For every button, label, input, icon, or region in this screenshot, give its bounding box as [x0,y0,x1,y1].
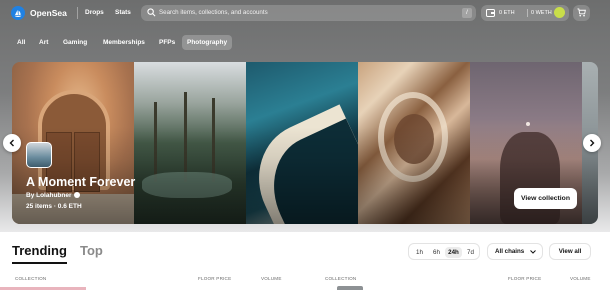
featured-collection-title[interactable]: A Moment Forever [26,175,135,189]
active-tab-indicator [12,262,67,264]
view-collection-button[interactable]: View collection [514,188,577,209]
wallet-icon [486,9,495,17]
column-header-floor-price: FLOOR PRICE [198,276,232,281]
category-tab-art[interactable]: Art [34,35,53,50]
carousel-prev-button[interactable] [3,134,21,152]
creator-name: By Lolahubner [26,192,72,199]
category-tab-memberships[interactable]: Memberships [98,35,150,50]
chevron-right-icon [590,139,595,147]
profile-avatar[interactable] [554,7,565,18]
category-tab-all[interactable]: All [12,35,30,50]
wallet-separator [527,9,528,17]
carousel-next-button[interactable] [583,134,601,152]
column-header-collection-right: COLLECTION [325,276,357,281]
range-6h[interactable]: 6h [428,247,445,258]
column-header-collection: COLLECTION [15,276,47,281]
verified-badge-icon [73,192,80,198]
range-24h[interactable]: 24h [445,247,462,258]
search-input[interactable]: Search items, collections, and accounts [159,9,268,16]
category-tab-photography[interactable]: Photography [182,35,233,50]
column-header-floor-price-right: FLOOR PRICE [508,276,542,281]
time-range-selector: 1h 6h 24h 7d [408,243,480,260]
search-icon [147,8,156,17]
nav-stats-link[interactable]: Stats [115,9,131,16]
view-all-button[interactable]: View all [549,243,591,260]
range-1h[interactable]: 1h [411,247,428,258]
search-bar[interactable]: Search items, collections, and accounts … [141,5,476,21]
opensea-logo[interactable]: OpenSea [11,6,67,20]
eth-balance: 0 ETH [499,10,515,16]
cart-icon [577,8,586,17]
category-tab-gaming[interactable]: Gaming [58,35,92,50]
tab-trending[interactable]: Trending [12,243,67,258]
featured-stats: 25 items · 0.6 ETH [26,203,82,210]
collection-thumbnail[interactable] [26,142,52,168]
featured-carousel[interactable]: A Moment Forever By Lolahubner 25 items … [12,62,598,224]
top-navbar: OpenSea Drops Stats Search items, collec… [0,0,610,26]
cart-button[interactable] [573,5,590,21]
featured-creator[interactable]: By Lolahubner [26,192,80,199]
column-header-volume-right: VOLUME [570,276,591,281]
tab-top[interactable]: Top [80,243,103,258]
category-tab-pfps[interactable]: PFPs [154,35,180,50]
chevron-down-icon [530,250,536,254]
carousel-overlay [12,62,598,224]
chain-filter-label: All chains [495,248,525,255]
range-7d[interactable]: 7d [462,247,479,258]
nav-divider [77,7,78,19]
weth-balance: 0 WETH [531,10,552,16]
chain-filter-dropdown[interactable]: All chains [487,243,543,260]
chevron-left-icon [9,139,14,147]
search-shortcut-key: / [462,8,472,18]
opensea-logo-icon [11,6,25,20]
column-header-volume: VOLUME [261,276,282,281]
brand-name: OpenSea [30,8,67,18]
nav-drops-link[interactable]: Drops [85,9,104,16]
table-row-peek [337,286,363,290]
